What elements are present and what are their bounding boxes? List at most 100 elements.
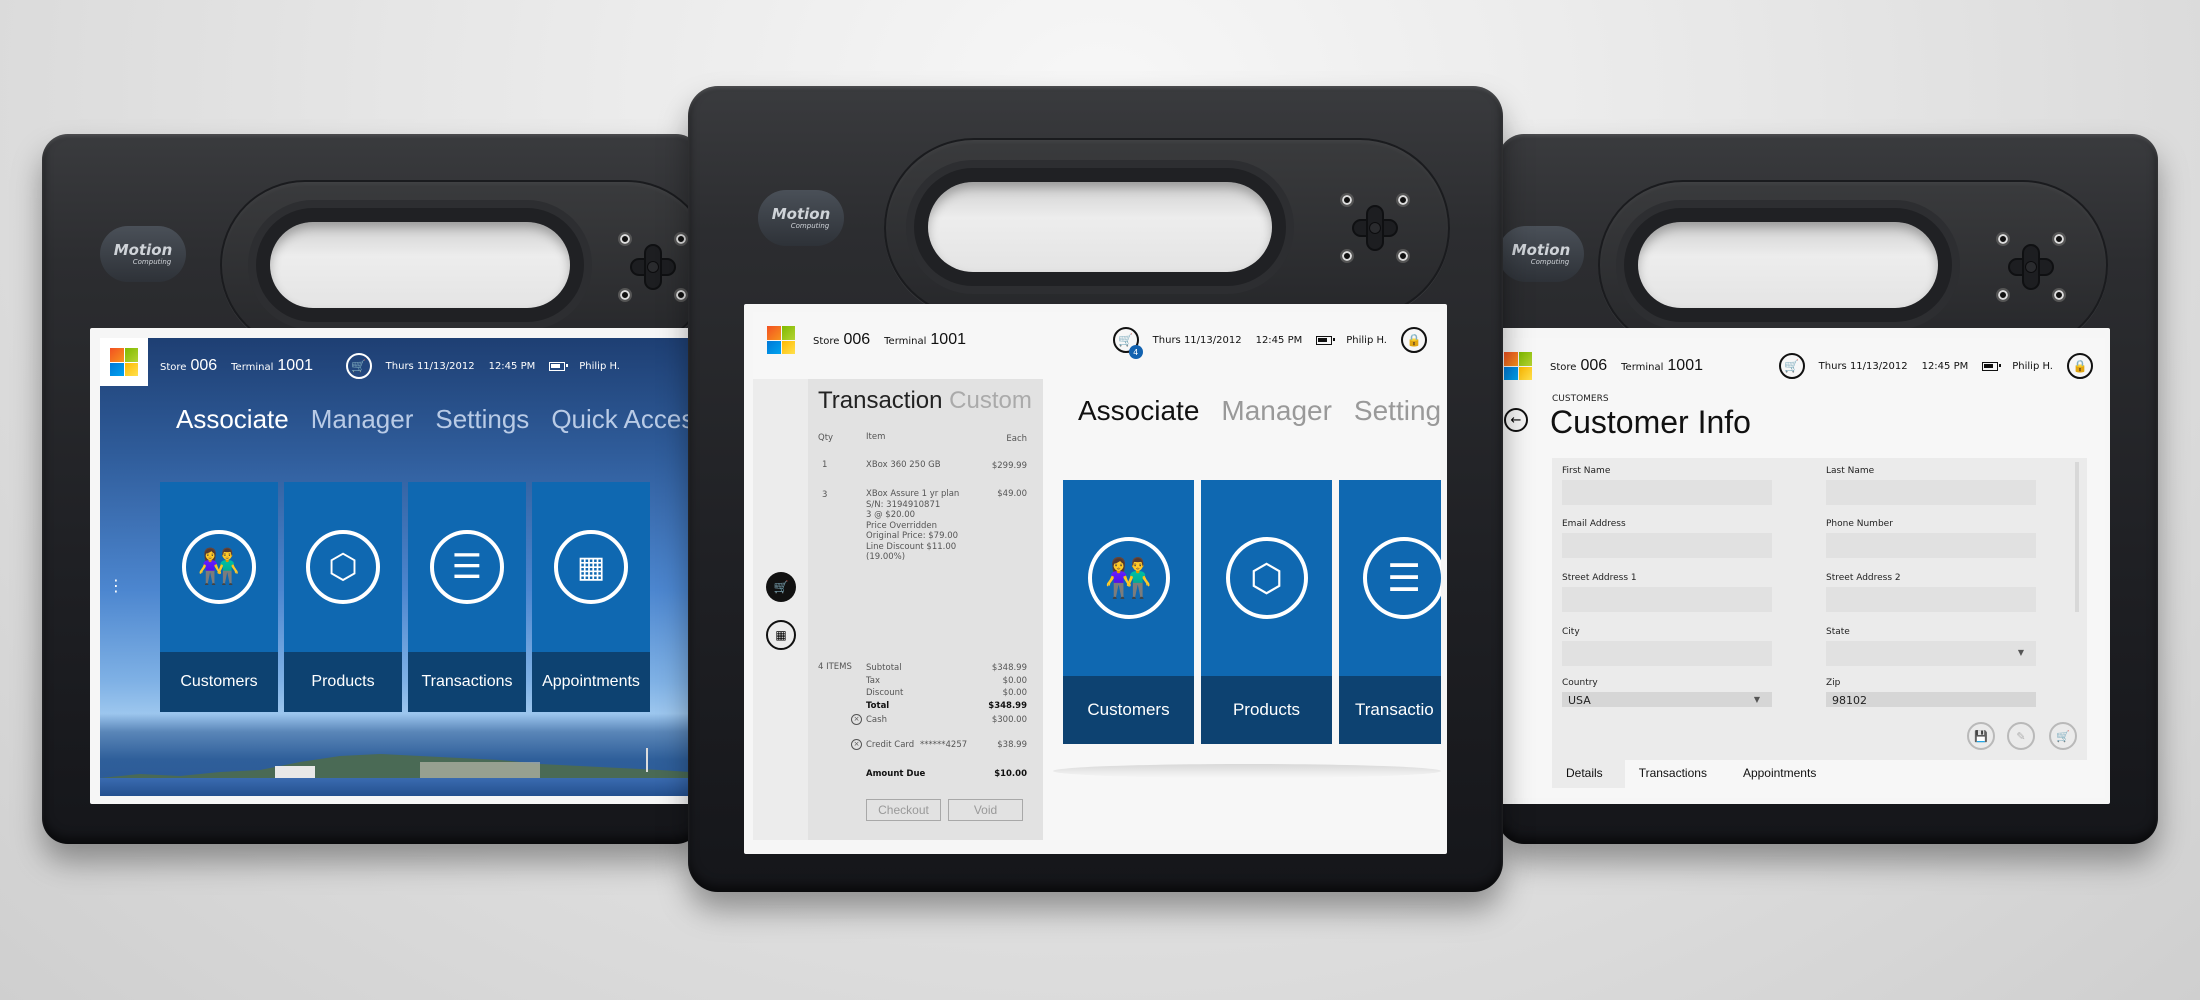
remove-payment-icon[interactable]: × [851,739,862,750]
breadcrumb: CUSTOMERS [1552,394,1609,404]
time: 12:45 PM [1921,360,1969,372]
add-to-cart-icon[interactable]: 🛒 [2049,722,2077,750]
water-image [100,778,690,796]
terminal-label: Terminal [1621,362,1664,373]
top-bar: Store 006 Terminal 1001 🛒 Thurs 11/13/20… [1500,338,2105,394]
first-name-input[interactable] [1562,480,1772,505]
dpad[interactable] [1996,232,2066,302]
tab-appointments[interactable]: Appointments [1729,760,1838,788]
people-icon: 👫 [1087,537,1170,619]
terminal-label: Terminal [231,362,274,373]
pivot-settings[interactable]: Settings [1354,395,1441,427]
terminal-value: 1001 [277,357,313,374]
people-icon: 👫 [182,530,256,604]
totals-labels: Subtotal Tax Discount Total [866,662,903,712]
street1-input[interactable] [1562,587,1772,612]
store-value: 006 [190,357,218,374]
lock-icon[interactable]: 🔒 [1401,327,1427,353]
city-input[interactable] [1562,641,1772,666]
date: Thurs 11/13/2012 [385,360,475,372]
shopping-cart-icon[interactable]: 🛒 [345,353,372,379]
shopping-cart-icon[interactable]: 🛒 4 [1112,327,1143,359]
email-field[interactable]: Email Address [1562,519,1772,558]
save-icon[interactable]: 💾 [1967,722,1995,750]
shopping-cart-icon[interactable]: 🛒 [1778,353,1805,379]
pivot-associate[interactable]: Associate [1078,395,1199,427]
subtotal-value: $348.99 [991,663,1027,673]
dpad[interactable] [1340,193,1410,263]
detail-line: Original Price: $79.00 [866,531,959,541]
store-info: Store 006 Terminal 1001 [1550,357,1713,375]
pivot-associate[interactable]: Associate [176,404,289,435]
tile-customers[interactable]: 👫 Customers [160,482,278,712]
side-handle[interactable]: ⋮ [108,576,124,595]
microsoft-logo-icon [1504,352,1532,380]
void-button[interactable]: Void [948,799,1023,821]
phone-input[interactable] [1826,533,2036,558]
calculator-icon[interactable]: ▦ [766,620,796,650]
edit-icon[interactable]: ✎ [2007,722,2035,750]
tab-transactions[interactable]: Transactions [1625,760,1729,788]
col-qty: Qty [818,433,834,443]
tile-label: Customers [160,652,278,712]
country-select[interactable]: USA ▼ [1562,692,1772,707]
brand-sub: Computing [132,257,172,266]
scrollbar[interactable] [2075,462,2079,612]
back-arrow-icon[interactable]: ← [1504,408,1528,432]
pivot-manager[interactable]: Manager [311,404,414,435]
brand-sub: Computing [1530,257,1570,266]
customer-form: First Name Last Name Email Address Phone… [1552,458,2087,760]
subtotal-label: Subtotal [866,663,902,673]
user-name[interactable]: Philip H. [2012,361,2053,372]
field-label: Last Name [1826,466,1875,476]
status-area: 🛒 4 Thurs 11/13/2012 12:45 PM Philip H. … [1112,327,1427,359]
zip-input[interactable]: 98102 [1826,692,2036,707]
zip-field[interactable]: Zip 98102 [1826,678,2036,707]
country-value: USA [1568,694,1591,707]
email-input[interactable] [1562,533,1772,558]
dpad[interactable] [618,232,688,302]
tile-transactions[interactable]: ☰ Transactions [408,482,526,712]
pivot-manager[interactable]: Manager [1221,395,1332,427]
street2-field[interactable]: Street Address 2 [1826,573,2036,612]
tile-products[interactable]: ⬡ Products [284,482,402,712]
first-name-field[interactable]: First Name [1562,466,1772,505]
user-name[interactable]: Philip H. [1346,335,1387,346]
detail-line: 3 @ $20.00 [866,510,916,520]
tile-label: Transactio [1339,676,1441,744]
city-field[interactable]: City [1562,627,1772,666]
time: 12:45 PM [1255,334,1303,346]
state-field[interactable]: State ▼ [1826,627,2036,666]
user-name[interactable]: Philip H. [579,361,620,372]
date: Thurs 11/13/2012 [1818,360,1908,372]
field-label: Street Address 2 [1826,573,1901,583]
phone-field[interactable]: Phone Number [1826,519,2036,558]
shopping-cart-icon[interactable]: 🛒 [766,572,796,602]
street2-input[interactable] [1826,587,2036,612]
last-name-field[interactable]: Last Name [1826,466,2036,505]
motion-logo: Motion Computing [100,226,186,282]
checkout-button[interactable]: Checkout [866,799,941,821]
field-label: City [1562,627,1580,637]
state-select[interactable]: ▼ [1826,641,2036,666]
pivot-settings[interactable]: Settings [435,404,529,435]
remove-payment-icon[interactable]: × [851,714,862,725]
pivot-quick-access[interactable]: Quick Access [551,404,690,435]
street1-field[interactable]: Street Address 1 [1562,573,1772,612]
tab-details[interactable]: Details [1552,760,1625,788]
tile-customers[interactable]: 👫 Customers [1063,480,1194,744]
side-rail: 🛒 ▦ [753,379,808,840]
terminal-value: 1001 [930,331,966,348]
last-name-input[interactable] [1826,480,2036,505]
col-each: Each [1006,434,1027,444]
card-number: ******4257 [920,740,968,750]
tile-transactions[interactable]: ☰ Transactio [1339,480,1441,744]
store-info: Store 006 Terminal 1001 [160,357,323,375]
country-field[interactable]: Country USA ▼ [1562,678,1772,707]
tile-appointments[interactable]: ▦ Appointments [532,482,650,712]
lock-icon[interactable]: 🔒 [2067,353,2093,379]
tile-products[interactable]: ⬡ Products [1201,480,1332,744]
pivot-customer[interactable]: Custom [949,387,1032,414]
microsoft-logo-icon [110,348,138,376]
pivot-transaction[interactable]: Transaction [818,387,943,414]
